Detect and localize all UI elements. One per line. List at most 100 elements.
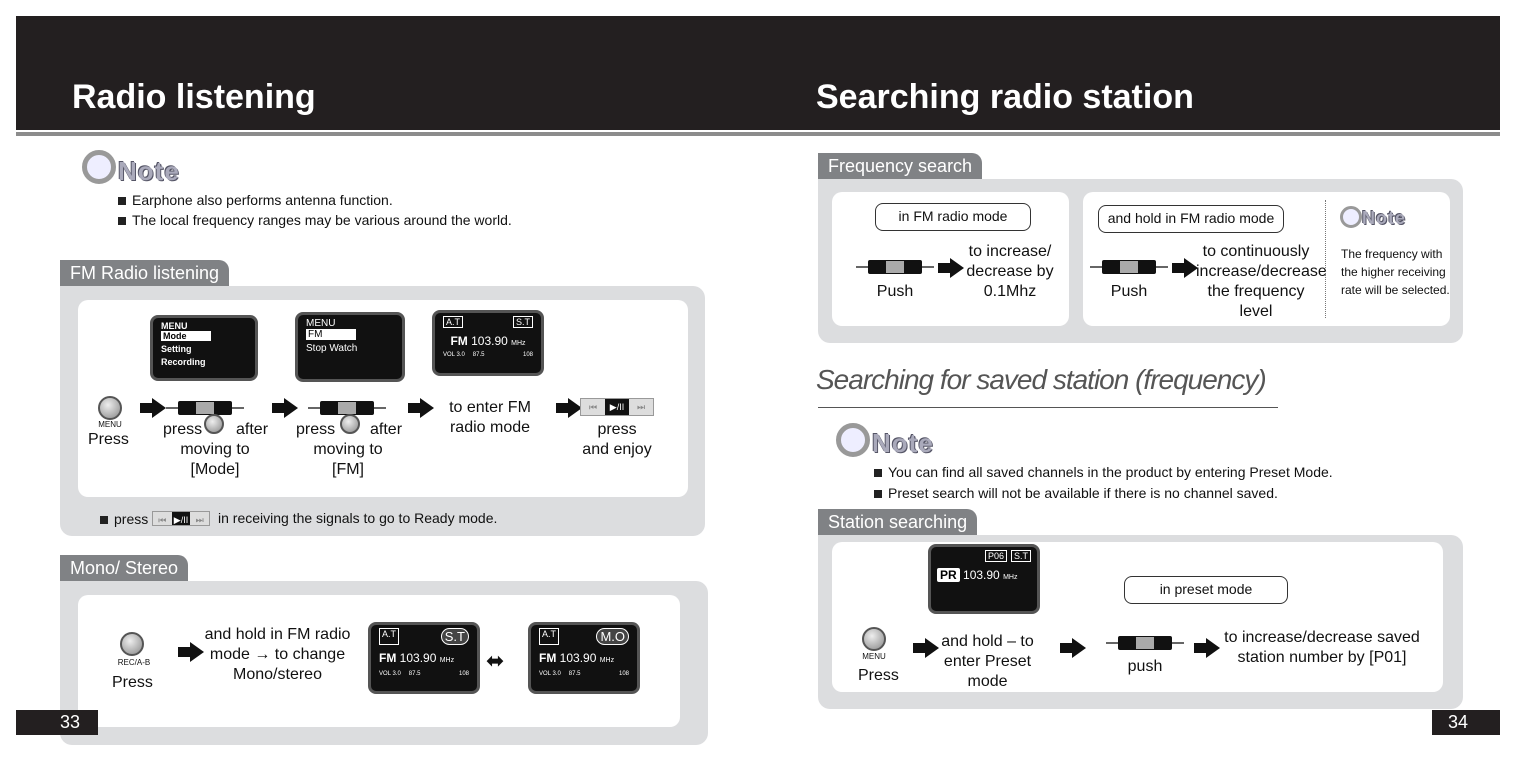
unit: MHz [599, 657, 615, 664]
unit: MHz [1003, 574, 1018, 581]
rocker-switch-icon [1090, 260, 1168, 274]
rocker-switch-icon [1106, 636, 1184, 650]
volume: VOL 3.0 [443, 352, 465, 358]
dotted-divider [1325, 200, 1326, 318]
rocker-switch-icon [166, 401, 244, 415]
note-item: Preset search will not be available if t… [874, 483, 1278, 504]
note-item: You can find all saved channels in the p… [874, 462, 1333, 483]
stereo-indicator: S.T [440, 628, 469, 645]
screen-item: Recording [161, 357, 206, 367]
divider [16, 132, 1500, 136]
frequency: 103.90 [471, 334, 508, 348]
speech-bubble: in preset mode [1124, 576, 1288, 604]
unit: MHz [511, 340, 526, 347]
step-text: press [597, 421, 637, 438]
page-title-left: Radio listening [72, 78, 316, 116]
stereo-indicator: S.T [512, 316, 533, 328]
section-heading: Searching for saved station (frequency) [816, 364, 1267, 395]
step-text: to enter FM radio mode [449, 399, 531, 436]
frequency: 103.90 [559, 651, 597, 665]
at-indicator: A.T [539, 628, 560, 645]
page-title-right: Searching radio station [816, 78, 1194, 116]
step-label: Press [88, 431, 129, 448]
fm-screen: A.T S.T FM 103.90 MHz VOL 3.0 87.5 108 [432, 310, 544, 376]
screen-header: MENU [161, 321, 188, 331]
menu-button-icon [98, 396, 122, 420]
section-tab-station: Station searching [818, 509, 978, 535]
stereo-indicator: S.T [1010, 550, 1031, 562]
unit: MHz [439, 657, 455, 664]
at-indicator: A.T [443, 316, 464, 328]
step-text: and enjoy [582, 441, 652, 458]
volume: VOL 3.0 [539, 671, 561, 677]
text: press [163, 421, 203, 438]
step-label: Push [876, 283, 914, 300]
magnifier-icon [836, 423, 870, 457]
at-indicator: A.T [379, 628, 400, 645]
band: FM [539, 651, 557, 665]
step-text: and hold in FM radio mode → to change Mo… [204, 626, 351, 683]
preset-mode-badge: PR [937, 568, 960, 582]
footer-text: in receiving the signals to go to Ready … [218, 510, 498, 526]
step-label: Press [112, 674, 153, 691]
menu-button-icon [204, 414, 224, 434]
menu-button-icon [340, 414, 360, 434]
double-arrow-icon: ⬌ [486, 648, 505, 673]
rocker-switch-icon [856, 260, 934, 274]
frequency: 103.90 [399, 651, 437, 665]
note-logo: Note [118, 156, 180, 186]
arrow-icon [140, 398, 166, 418]
magnifier-icon [82, 150, 116, 184]
note-item: Earphone also performs antenna function. [118, 190, 393, 211]
play-pause-button-icon: ⏮ ▶/II ⏭ [152, 511, 210, 526]
arrow-icon [913, 638, 939, 658]
freq-min: 87.5 [568, 671, 581, 677]
button-label: REC/A-B [117, 658, 151, 667]
step-text: to increase/ decrease by 0.1Mhz [966, 243, 1054, 300]
screen-item: Mode [161, 331, 211, 341]
page-number: 34 [1432, 710, 1500, 735]
arrow-icon [408, 398, 434, 418]
step-text: to increase/decrease saved station numbe… [1224, 629, 1420, 666]
button-label: MENU [862, 652, 886, 661]
step-text: moving to [Mode] [180, 441, 250, 478]
footer-text: press [100, 509, 148, 530]
screen-item: Setting [161, 344, 192, 354]
menu-screen: MENU FM Stop Watch [295, 312, 405, 382]
preset-screen: P06 S.T PR 103.90 MHz [928, 544, 1040, 614]
section-tab-fm: FM Radio listening [60, 260, 230, 286]
note-logo: Note [1362, 208, 1406, 228]
screen-header: MENU [306, 318, 336, 329]
freq-max: 108 [458, 671, 469, 677]
arrow-icon [1060, 638, 1086, 658]
stereo-screen: A.T S.T FM 103.90 MHz VOL 3.0 87.5 108 [368, 622, 480, 694]
screen-item: Stop Watch [306, 343, 358, 354]
note-logo: Note [872, 428, 934, 458]
step-label: Press [858, 667, 899, 684]
rec-button-icon [120, 632, 144, 656]
freq-max: 108 [618, 671, 629, 677]
speech-bubble: in FM radio mode [875, 203, 1031, 231]
arrow-icon [938, 258, 964, 278]
step-text: to continuously increase/decrease the fr… [1196, 243, 1327, 320]
note-text: The frequency with the higher receiving … [1341, 247, 1450, 297]
frequency: 103.90 [963, 568, 1000, 582]
band: FM [379, 651, 397, 665]
arrow-icon [272, 398, 298, 418]
step-text: moving to [FM] [313, 441, 383, 478]
freq-max: 108 [522, 352, 533, 358]
heading-underline [818, 407, 1278, 408]
step-text: and hold – to enter Preset mode [941, 633, 1034, 690]
section-tab-mono: Mono/ Stereo [60, 555, 189, 581]
play-pause-button-icon: ⏮ ▶/II ⏭ [580, 398, 654, 416]
band: FM [450, 334, 468, 348]
volume: VOL 3.0 [379, 671, 401, 677]
speech-bubble: and hold in FM radio mode [1098, 205, 1284, 233]
arrow-icon [1194, 638, 1220, 658]
text: after [370, 421, 403, 438]
freq-min: 87.5 [408, 671, 421, 677]
button-label: MENU [98, 420, 122, 429]
step-label: Push [1110, 283, 1148, 300]
freq-min: 87.5 [472, 352, 485, 358]
menu-button-icon [862, 627, 886, 651]
